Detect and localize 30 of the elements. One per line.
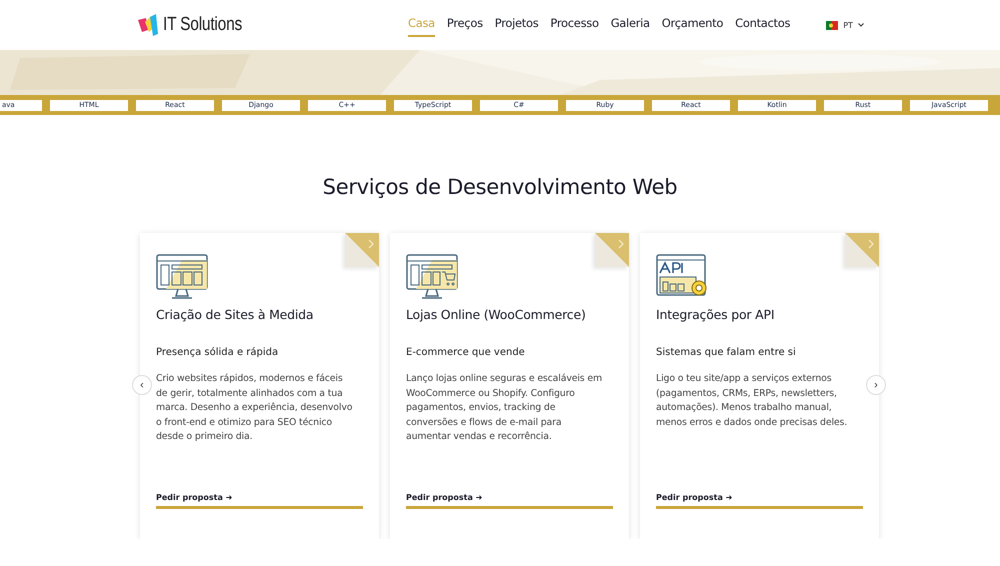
section-title: Serviços de Desenvolvimento Web <box>322 175 678 199</box>
next-button[interactable]: › <box>866 375 886 395</box>
nav-link[interactable]: Orçamento <box>662 14 724 36</box>
nav-link[interactable]: Galeria <box>610 14 650 36</box>
card-subtitle: E-commerce que vende <box>406 347 526 358</box>
card-title: Criação de Sites à Medida <box>156 307 314 322</box>
card-subtitle: Presença sólida e rápida <box>156 347 280 358</box>
proposal-link[interactable]: Pedir proposta ➜ <box>406 493 482 502</box>
card-description: Crio websites rápidos, modernos e fáceis de gerir, totalmente alinhados com a tua marca. Desenho a experiência, desenvolvo o front-end e otimizo para SEO técnico desde o primeiro dia. <box>156 372 354 444</box>
proposal-link[interactable]: Pedir proposta ➜ <box>656 493 732 502</box>
caret-icon <box>858 23 864 27</box>
logo-text[interactable]: IT Solutions <box>163 14 242 36</box>
corner-link[interactable] <box>845 233 879 267</box>
proposal-link[interactable]: Pedir proposta ➜ <box>156 493 232 502</box>
nav-link[interactable]: Processo <box>550 14 599 36</box>
nav-link[interactable]: Projetos <box>494 14 538 36</box>
language-selector[interactable]: PT <box>824 18 866 32</box>
flag-icon <box>826 20 838 30</box>
card-description: Lanço lojas online seguras e escaláveis em WooCommerce ou Shopify. Configuro pagamentos, envios, tracking de conversões e flows de e-mail para aumentar vendas e recorrência. <box>406 372 603 444</box>
card-subtitle: Sistemas que falam entre si <box>656 347 797 358</box>
corner-link[interactable] <box>595 233 629 267</box>
card-title: Integrações por API <box>656 307 776 322</box>
monitor-cart-icon <box>406 253 458 301</box>
card-title: Lojas Online (WooCommerce) <box>406 307 587 322</box>
previous-button[interactable]: ‹ <box>132 375 152 395</box>
corner-link[interactable] <box>345 233 379 267</box>
monitor-icon <box>156 253 208 301</box>
nav-link[interactable]: Preços <box>446 14 483 36</box>
card-description: Ligo o teu site/app a serviços externos (pagamentos, CRMs, ERPs, newsletters, automações). Menos trabalho manual, menos erros e dados onde precisas deles. <box>656 372 848 430</box>
nav-link[interactable]: Contactos <box>735 14 790 36</box>
